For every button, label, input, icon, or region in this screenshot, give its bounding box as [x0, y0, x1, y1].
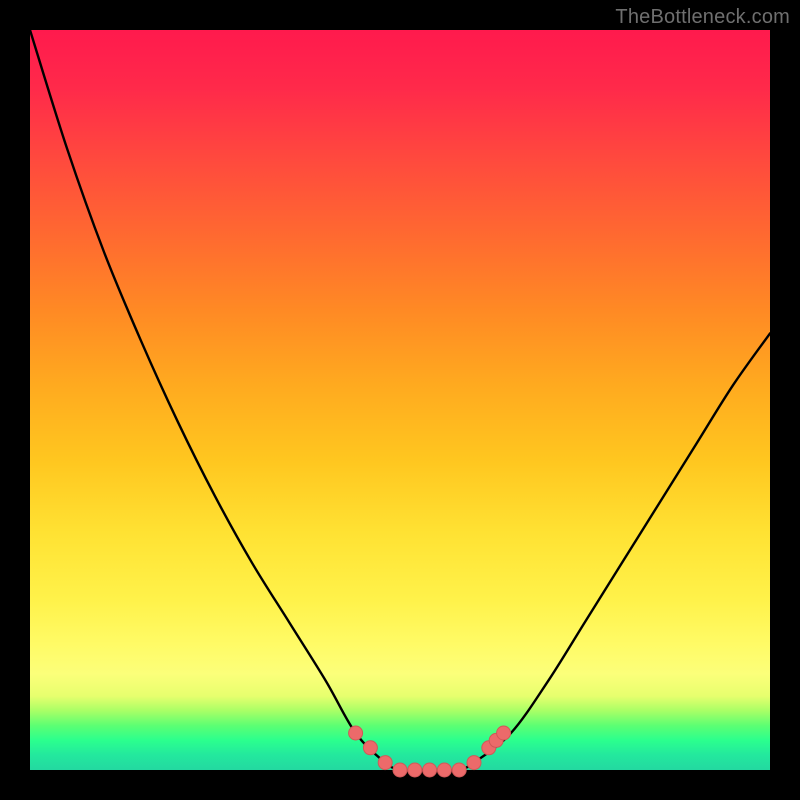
curve-marker: [349, 726, 363, 740]
curve-marker: [408, 763, 422, 777]
curve-marker: [393, 763, 407, 777]
chart-frame: TheBottleneck.com: [0, 0, 800, 800]
curve-marker: [437, 763, 451, 777]
curve-marker: [363, 741, 377, 755]
bottleneck-curve: [30, 30, 770, 771]
curve-marker: [452, 763, 466, 777]
curve-markers: [349, 726, 511, 777]
curve-marker: [423, 763, 437, 777]
curve-marker: [467, 756, 481, 770]
chart-plot-area: [30, 30, 770, 770]
curve-marker: [497, 726, 511, 740]
curve-marker: [378, 756, 392, 770]
watermark-text: TheBottleneck.com: [615, 6, 790, 29]
chart-svg: [30, 30, 770, 770]
